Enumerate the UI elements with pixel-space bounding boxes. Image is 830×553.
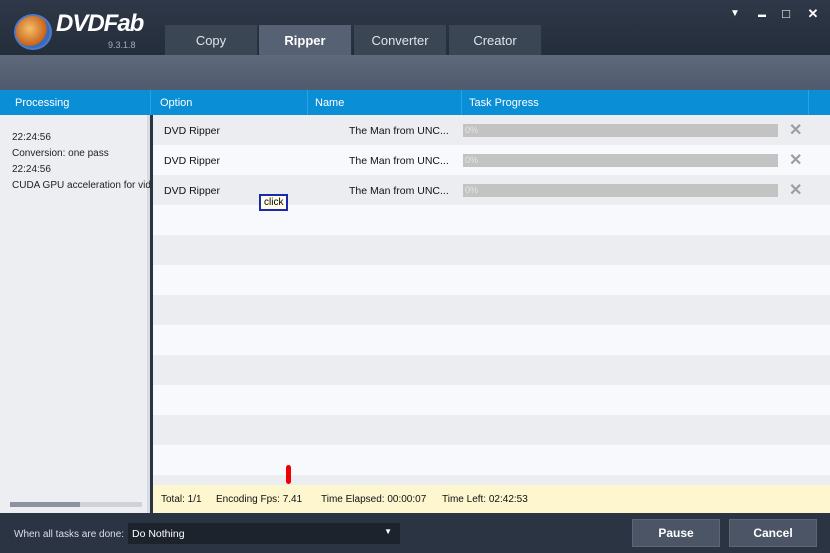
when-done-value: Do Nothing (132, 528, 185, 540)
chevron-down-icon: ▼ (384, 527, 392, 536)
header-processing: Processing (15, 97, 70, 109)
empty-row (153, 325, 830, 355)
log-line: 22:24:56 (12, 132, 51, 143)
task-progress-bar: 0% (463, 154, 778, 167)
status-bar: Total: 1/1 Encoding Fps: 7.41 Time Elaps… (153, 485, 830, 513)
log-scrollbar-thumb[interactable] (10, 502, 80, 507)
task-progress-bar: 0% (463, 184, 778, 197)
status-elapsed: Time Elapsed: 00:00:07 (321, 494, 427, 505)
task-option: DVD Ripper (164, 185, 221, 197)
tab-copy[interactable]: Copy (165, 25, 258, 55)
close-icon[interactable]: ✕ (803, 6, 823, 22)
tab-converter[interactable]: Converter (354, 25, 447, 55)
task-row[interactable]: DVD Ripper The Man from UNC... 0% ✕ (153, 175, 830, 205)
task-option: DVD Ripper (164, 155, 221, 167)
empty-row (153, 205, 830, 235)
log-line: CUDA GPU acceleration for vid (12, 180, 151, 191)
task-row[interactable]: DVD Ripper The Man from UNC... 0% ✕ (153, 145, 830, 175)
task-list: DVD Ripper The Man from UNC... 0% ✕ DVD … (153, 115, 830, 485)
log-line: Conversion: one pass (12, 148, 109, 159)
empty-row (153, 415, 830, 445)
progress-text: 0% (465, 155, 479, 165)
tab-ripper[interactable]: Ripper (259, 25, 352, 55)
task-option: DVD Ripper (164, 125, 221, 137)
remove-task-icon[interactable]: ✕ (789, 180, 802, 200)
cancel-button[interactable]: Cancel (729, 519, 817, 547)
status-fps: Encoding Fps: 7.41 (216, 494, 303, 505)
version-label: 9.3.1.8 (108, 40, 136, 50)
task-row[interactable]: DVD Ripper The Man from UNC... 0% ✕ (153, 115, 830, 145)
task-name: The Man from UNC... (349, 155, 449, 167)
task-name: The Man from UNC... (349, 185, 449, 197)
status-time-left: Time Left: 02:42:53 (442, 494, 528, 505)
header-name[interactable]: Name (315, 97, 344, 109)
header-option[interactable]: Option (160, 97, 192, 109)
empty-row (153, 265, 830, 295)
empty-row (153, 385, 830, 415)
click-tooltip: click (259, 194, 289, 211)
header-task-progress[interactable]: Task Progress (469, 97, 539, 109)
empty-row (153, 445, 830, 475)
progress-text: 0% (465, 185, 479, 195)
when-done-select[interactable]: Do Nothing ▼ (128, 523, 400, 544)
minimize-icon[interactable]: ▬ (752, 10, 772, 19)
brand-name: DVDFab (56, 10, 144, 37)
progress-text: 0% (465, 125, 479, 135)
pause-button[interactable]: Pause (632, 519, 720, 547)
empty-row (153, 295, 830, 325)
remove-task-icon[interactable]: ✕ (789, 120, 802, 140)
task-progress-bar: 0% (463, 124, 778, 137)
menu-dropdown-icon[interactable]: ▼ (725, 8, 745, 19)
empty-row (153, 355, 830, 385)
status-total: Total: 1/1 (161, 494, 202, 505)
remove-task-icon[interactable]: ✕ (789, 150, 802, 170)
cursor-marker (286, 465, 291, 484)
column-header: Processing Option Name Task Progress (0, 90, 830, 115)
empty-row (153, 235, 830, 265)
toolbar-band (0, 55, 830, 90)
tab-creator[interactable]: Creator (449, 25, 542, 55)
empty-row (153, 475, 830, 485)
processing-log-panel: 22:24:56 Conversion: one pass 22:24:56 C… (0, 115, 151, 513)
maximize-icon[interactable]: □ (776, 6, 796, 21)
log-line: 22:24:56 (12, 164, 51, 175)
dvdfab-logo-icon (14, 14, 52, 50)
when-done-label: When all tasks are done: (14, 529, 125, 540)
task-name: The Man from UNC... (349, 125, 449, 137)
